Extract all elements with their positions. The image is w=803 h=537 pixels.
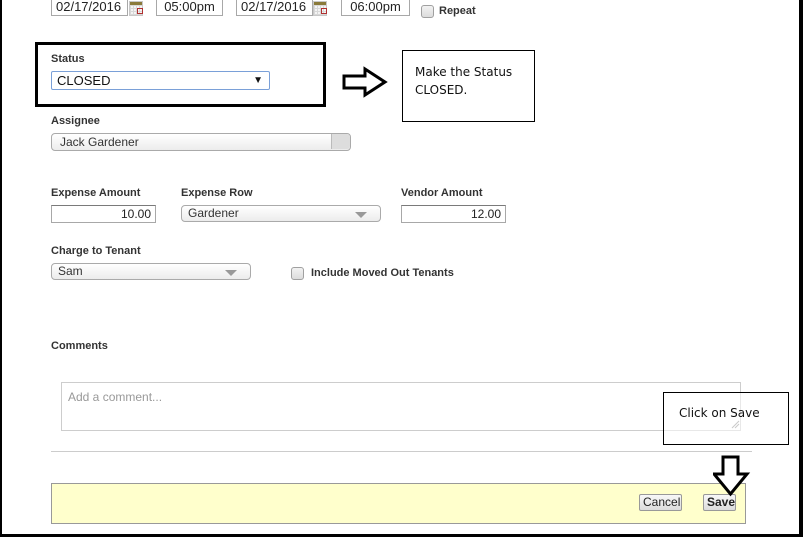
expense-amount-input[interactable]: 10.00 <box>51 205 156 223</box>
assignee-label: Assignee <box>51 115 100 127</box>
vendor-amount-label: Vendor Amount <box>401 187 483 199</box>
include-moved-out-label: Include Moved Out Tenants <box>311 267 454 279</box>
end-calendar-icon[interactable] <box>313 1 327 16</box>
end-date-input[interactable]: 02/17/2016 <box>236 0 313 16</box>
save-callout: Click on Save <box>663 392 789 445</box>
expense-amount-label: Expense Amount <box>51 187 141 199</box>
chevron-down-icon <box>225 270 237 276</box>
charge-to-tenant-value: Sam <box>58 264 83 278</box>
status-label: Status <box>51 53 85 65</box>
comments-label: Comments <box>51 340 108 352</box>
status-callout-line1: Make the Status <box>415 65 513 79</box>
start-time-input[interactable]: 05:00pm <box>156 0 223 16</box>
end-time-input[interactable]: 06:00pm <box>341 0 410 16</box>
status-callout-line2: CLOSED. <box>415 83 468 97</box>
assignee-value: Jack Gardener <box>60 135 139 149</box>
divider <box>51 451 752 452</box>
expense-row-select[interactable]: Gardener <box>181 205 381 222</box>
right-arrow-annotation-icon <box>342 66 388 98</box>
cancel-button[interactable]: Cancel <box>639 494 682 511</box>
dropdown-arrow-icon: ▼ <box>253 75 263 86</box>
comment-textarea[interactable]: Add a comment... <box>61 382 741 431</box>
expense-row-label: Expense Row <box>181 187 253 199</box>
assignee-dropdown-button[interactable] <box>331 134 350 149</box>
down-arrow-annotation-icon <box>713 455 751 497</box>
chevron-down-icon <box>355 212 367 218</box>
start-date-input[interactable]: 02/17/2016 <box>51 0 128 16</box>
expense-row-value: Gardener <box>188 206 239 220</box>
status-callout: Make the Status CLOSED. <box>402 50 535 122</box>
repeat-checkbox[interactable] <box>421 5 434 18</box>
work-order-form: 02/17/2016 05:00pm 02/17/2016 06:00pm Re… <box>2 0 799 534</box>
include-moved-out-checkbox[interactable] <box>291 267 304 280</box>
repeat-label: Repeat <box>439 5 476 17</box>
assignee-select[interactable]: Jack Gardener <box>51 133 351 151</box>
charge-to-tenant-label: Charge to Tenant <box>51 245 141 257</box>
status-select[interactable]: CLOSED ▼ <box>51 71 270 90</box>
status-value: CLOSED <box>57 73 111 88</box>
charge-to-tenant-select[interactable]: Sam <box>51 263 251 280</box>
vendor-amount-input[interactable]: 12.00 <box>401 205 506 223</box>
start-calendar-icon[interactable] <box>129 1 143 16</box>
